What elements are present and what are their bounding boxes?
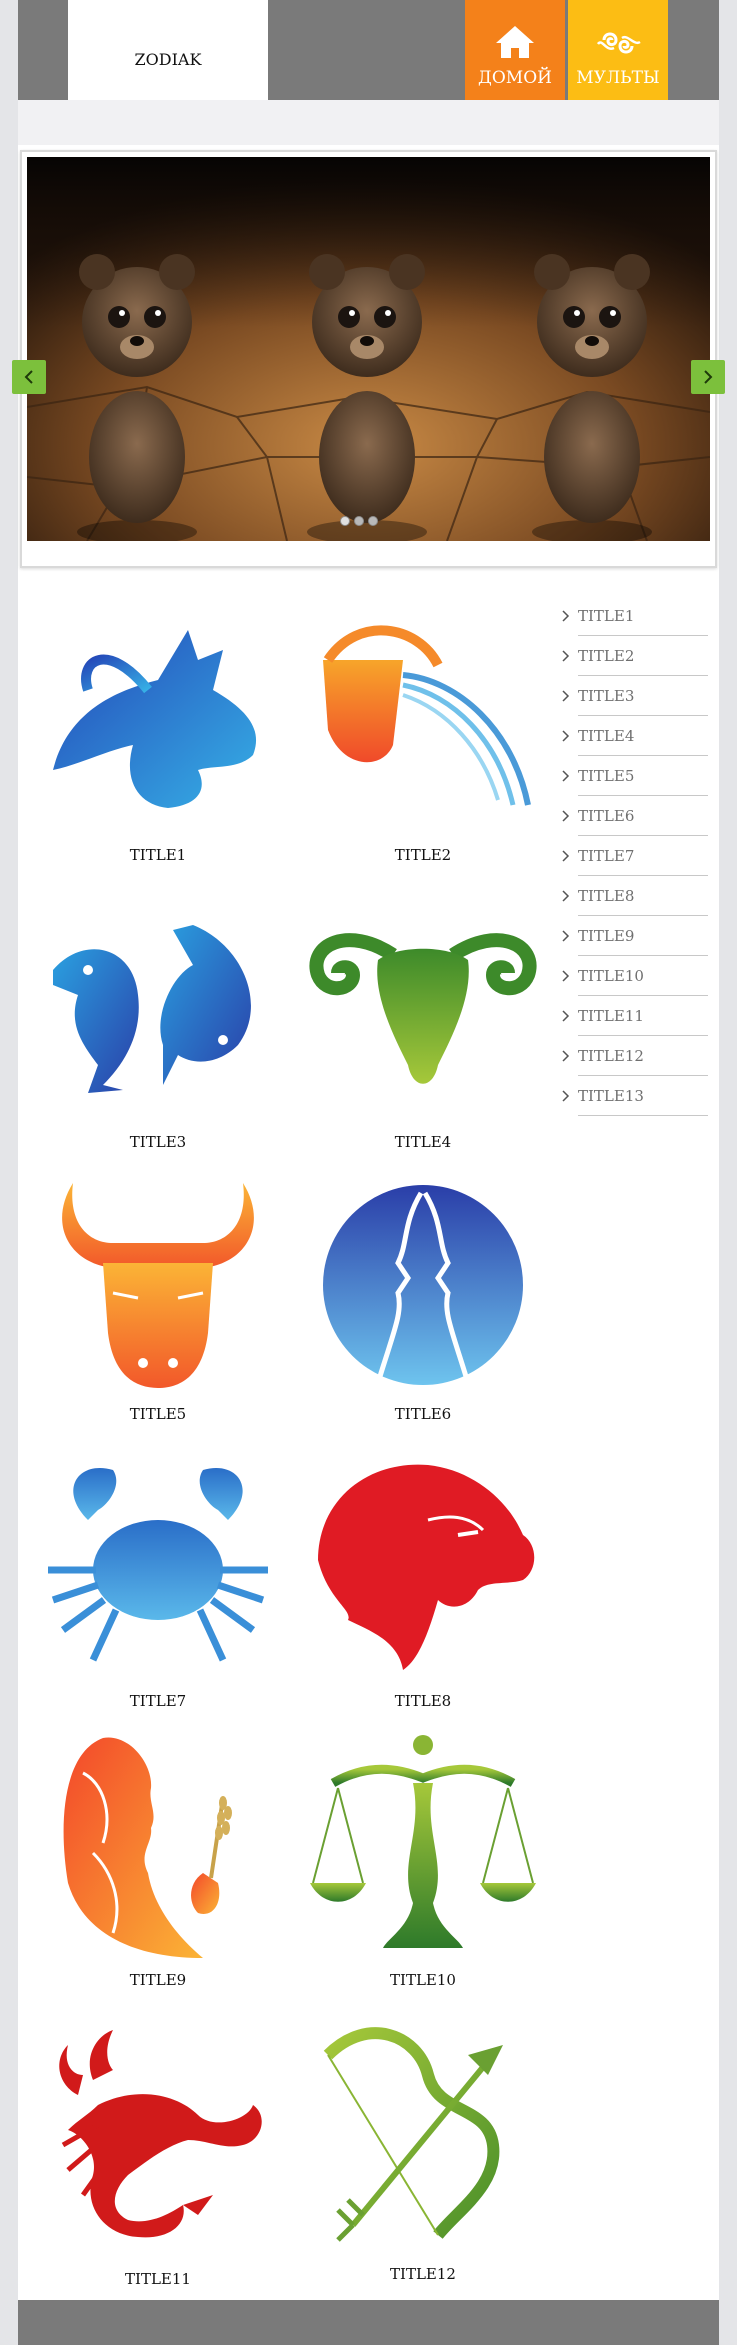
chevron-right-icon xyxy=(562,850,570,862)
zodiac-card[interactable]: TITLE7 xyxy=(38,1460,278,1710)
sidebar-item-label: TITLE8 xyxy=(578,887,635,905)
zodiac-title[interactable]: TITLE8 xyxy=(303,1692,543,1710)
zodiac-title[interactable]: TITLE5 xyxy=(38,1405,278,1423)
sagittarius-icon xyxy=(323,2027,503,2242)
chevron-right-icon xyxy=(562,970,570,982)
scorpio-icon xyxy=(59,2030,262,2238)
nav-home-label: ДОМОЙ xyxy=(478,68,552,88)
zodiac-card[interactable]: TITLE11 xyxy=(38,2025,278,2288)
sidebar-item[interactable]: TITLE7 xyxy=(562,836,708,876)
sidebar-item[interactable]: TITLE2 xyxy=(562,636,708,676)
zodiac-title[interactable]: TITLE1 xyxy=(38,846,278,864)
sidebar-item[interactable]: TITLE10 xyxy=(562,956,708,996)
slider-dot[interactable] xyxy=(368,516,378,526)
zodiac-title[interactable]: TITLE9 xyxy=(38,1971,278,1989)
chevron-right-icon xyxy=(562,1010,570,1022)
slider-prev-button[interactable] xyxy=(12,360,46,394)
nav-cartoons-label: МУЛЬТЫ xyxy=(576,68,660,88)
chevron-right-icon xyxy=(562,930,570,942)
pisces-icon xyxy=(53,925,251,1093)
zodiac-card[interactable]: TITLE1 xyxy=(38,620,278,864)
chevron-left-icon xyxy=(24,370,33,384)
zodiac-card[interactable]: TITLE9 xyxy=(38,1733,278,1989)
zodiac-card[interactable]: TITLE5 xyxy=(38,1183,278,1423)
zodiac-card[interactable]: TITLE3 xyxy=(38,915,278,1151)
slider-dots xyxy=(340,516,378,526)
nav-home-button[interactable]: ДОМОЙ xyxy=(465,0,565,100)
sidebar-item[interactable]: TITLE1 xyxy=(562,596,708,636)
image-slider xyxy=(12,150,725,568)
libra-icon xyxy=(310,1735,536,1948)
sidebar-item[interactable]: TITLE3 xyxy=(562,676,708,716)
chevron-right-icon xyxy=(562,610,570,622)
slider-dot[interactable] xyxy=(354,516,364,526)
zodiac-title[interactable]: TITLE4 xyxy=(303,1133,543,1151)
zodiac-title[interactable]: TITLE10 xyxy=(303,1971,543,1989)
sidebar-item[interactable]: TITLE5 xyxy=(562,756,708,796)
home-icon xyxy=(496,26,534,58)
zodiac-card[interactable]: TITLE4 xyxy=(303,915,543,1151)
sidebar-item-label: TITLE12 xyxy=(578,1047,644,1065)
zodiac-title[interactable]: TITLE11 xyxy=(38,2270,278,2288)
sidebar-item[interactable]: TITLE13 xyxy=(562,1076,708,1116)
sidebar-item[interactable]: TITLE6 xyxy=(562,796,708,836)
sidebar-item-label: TITLE7 xyxy=(578,847,635,865)
sidebar-item-label: TITLE6 xyxy=(578,807,635,825)
leo-icon xyxy=(318,1464,535,1670)
chevron-right-icon xyxy=(562,770,570,782)
aquarius-icon xyxy=(323,625,531,806)
chevron-right-icon xyxy=(704,370,713,384)
sidebar-item[interactable]: TITLE11 xyxy=(562,996,708,1036)
sidebar-item-label: TITLE4 xyxy=(578,727,635,745)
zodiac-title[interactable]: TITLE3 xyxy=(38,1133,278,1151)
zodiac-title[interactable]: TITLE2 xyxy=(303,846,543,864)
nav-cartoons-button[interactable]: МУЛЬТЫ xyxy=(568,0,668,100)
cancer-icon xyxy=(48,1468,268,1662)
capricorn-icon xyxy=(53,630,257,808)
virgo-icon xyxy=(63,1737,232,1958)
chevron-right-icon xyxy=(562,810,570,822)
sidebar-item-label: TITLE5 xyxy=(578,767,635,785)
sidebar-item-label: TITLE3 xyxy=(578,687,635,705)
footer xyxy=(18,2300,719,2345)
sidebar-item[interactable]: TITLE8 xyxy=(562,876,708,916)
chevron-right-icon xyxy=(562,690,570,702)
zodiac-card[interactable]: TITLE12 xyxy=(303,2025,543,2283)
subheader-bar xyxy=(18,100,719,145)
zodiac-title[interactable]: TITLE6 xyxy=(303,1405,543,1423)
sidebar-item[interactable]: TITLE9 xyxy=(562,916,708,956)
zodiac-card[interactable]: TITLE2 xyxy=(303,620,543,864)
slider-next-button[interactable] xyxy=(691,360,725,394)
chevron-right-icon xyxy=(562,890,570,902)
sidebar-item-label: TITLE9 xyxy=(578,927,635,945)
slide-image xyxy=(27,157,710,541)
chevron-right-icon xyxy=(562,1050,570,1062)
zodiac-title[interactable]: TITLE12 xyxy=(303,2265,543,2283)
zodiac-title[interactable]: TITLE7 xyxy=(38,1692,278,1710)
sidebar-item-label: TITLE11 xyxy=(578,1007,644,1025)
slider-dot[interactable] xyxy=(340,516,350,526)
sidebar-item[interactable]: TITLE4 xyxy=(562,716,708,756)
zodiac-card[interactable]: TITLE8 xyxy=(303,1460,543,1710)
sidebar: TITLE1 TITLE2 TITLE3 TITLE4 TITLE5 TITLE… xyxy=(558,596,708,1116)
taurus-icon xyxy=(62,1183,254,1388)
sidebar-item-label: TITLE1 xyxy=(578,607,635,625)
sidebar-item-label: TITLE2 xyxy=(578,647,635,665)
gemini-icon xyxy=(323,1185,523,1385)
header: ZODIAK ДОМОЙ МУЛЬТЫ xyxy=(18,0,719,118)
sidebar-item-label: TITLE13 xyxy=(578,1087,644,1105)
swirl-icon xyxy=(596,32,641,54)
page-wrapper: ZODIAK ДОМОЙ МУЛЬТЫ TITLE1 TITLE2 TITLE3… xyxy=(12,0,725,2345)
zodiac-card[interactable]: TITLE10 xyxy=(303,1733,543,1989)
sidebar-item-label: TITLE10 xyxy=(578,967,644,985)
chevron-right-icon xyxy=(562,650,570,662)
aries-icon xyxy=(309,933,537,1084)
chevron-right-icon xyxy=(562,1090,570,1102)
zodiac-card[interactable]: TITLE6 xyxy=(303,1183,543,1423)
logo-text: ZODIAK xyxy=(134,49,202,69)
chevron-right-icon xyxy=(562,730,570,742)
sidebar-item[interactable]: TITLE12 xyxy=(562,1036,708,1076)
